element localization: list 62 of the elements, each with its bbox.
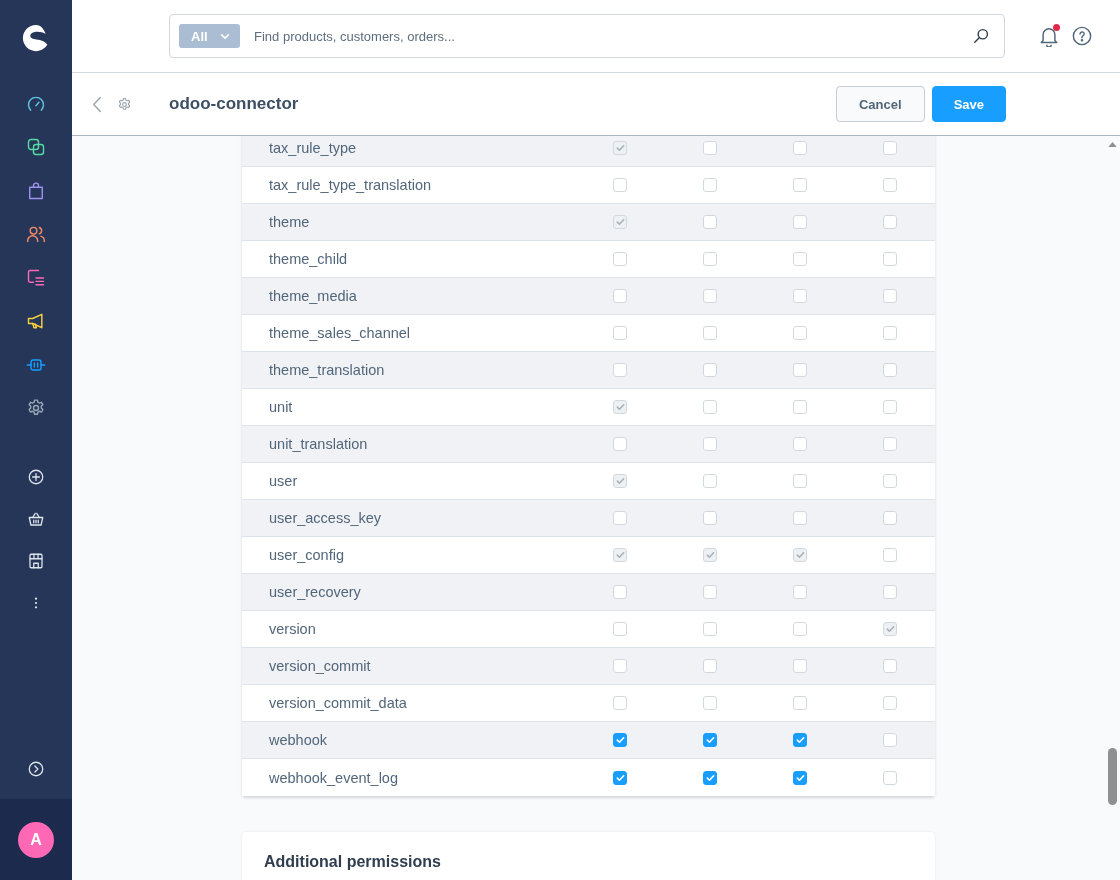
section-title: Additional permissions: [264, 852, 442, 872]
checkmark-icon: [615, 477, 625, 485]
permission-checkbox[interactable]: [703, 733, 717, 747]
permission-name: theme_translation: [269, 362, 385, 378]
checkmark-icon: [615, 773, 625, 782]
plus-circle-icon[interactable]: [27, 468, 45, 486]
permission-name: user_recovery: [269, 584, 361, 600]
permission-checkbox[interactable]: [793, 733, 807, 747]
checkmark-icon: [615, 144, 625, 152]
permission-name: unit_translation: [269, 436, 368, 452]
permission-checkbox[interactable]: [613, 770, 627, 785]
permission-name: user_access_key: [269, 510, 382, 526]
permission-name: user_config: [269, 547, 344, 563]
permission-name: theme_media: [269, 288, 357, 304]
checkmark-icon: [795, 736, 805, 744]
document-list-icon[interactable]: [26, 267, 46, 288]
permission-name: webhook: [269, 732, 328, 748]
permission-name: webhook_event_log: [269, 769, 398, 786]
permission-name: version_commit: [269, 658, 371, 674]
settings-icon[interactable]: [117, 96, 132, 112]
save-button[interactable]: Save: [931, 86, 1006, 122]
user-avatar[interactable]: A: [18, 821, 54, 858]
help-icon[interactable]: [1072, 26, 1092, 46]
basket-icon[interactable]: [27, 510, 45, 528]
scrollbar-thumb[interactable]: [1108, 748, 1117, 805]
permission-name: unit: [269, 399, 293, 415]
checkmark-icon: [615, 403, 625, 411]
checkmark-icon: [795, 551, 805, 559]
cancel-button[interactable]: Cancel: [836, 86, 925, 122]
search-field[interactable]: All Find products, customers, orders...: [169, 14, 1005, 58]
permission-name: version: [269, 621, 316, 637]
scroll-up-arrow-icon[interactable]: [1108, 142, 1117, 147]
permission-name: theme: [269, 214, 310, 230]
checkmark-icon: [615, 551, 625, 559]
checkmark-icon: [705, 773, 715, 782]
permission-name: tax_rule_type: [269, 140, 357, 156]
permission-checkbox[interactable]: [793, 770, 807, 785]
chevron-right-circle-icon[interactable]: [27, 760, 45, 778]
permission-name: user: [269, 473, 298, 489]
checkmark-icon: [885, 625, 895, 633]
checkmark-icon: [705, 736, 715, 744]
permission-name: version_commit_data: [269, 695, 407, 711]
chevron-down-icon[interactable]: [220, 32, 230, 40]
checkmark-icon: [615, 218, 625, 226]
shopping-bag-icon[interactable]: [26, 180, 46, 201]
page-title: odoo-connector: [169, 94, 299, 114]
bell-icon[interactable]: [1039, 25, 1059, 47]
permission-name: theme_child: [269, 251, 348, 267]
storefront-icon[interactable]: [27, 552, 45, 570]
scope-dropdown[interactable]: All: [179, 24, 240, 48]
permission-checkbox[interactable]: [703, 770, 717, 785]
permission-checkbox[interactable]: [613, 733, 627, 747]
users-icon[interactable]: [26, 224, 46, 245]
more-options-icon[interactable]: [34, 597, 38, 609]
checkmark-icon: [615, 736, 625, 744]
checkmark-icon: [705, 551, 715, 559]
search-icon[interactable]: [973, 28, 989, 44]
back-chevron-icon[interactable]: [92, 95, 102, 113]
checkmark-icon: [795, 773, 805, 782]
permission-name: tax_rule_type_translation: [269, 177, 432, 193]
stacked-squares-icon[interactable]: [26, 137, 46, 158]
permission-name: theme_sales_channel: [269, 325, 411, 341]
